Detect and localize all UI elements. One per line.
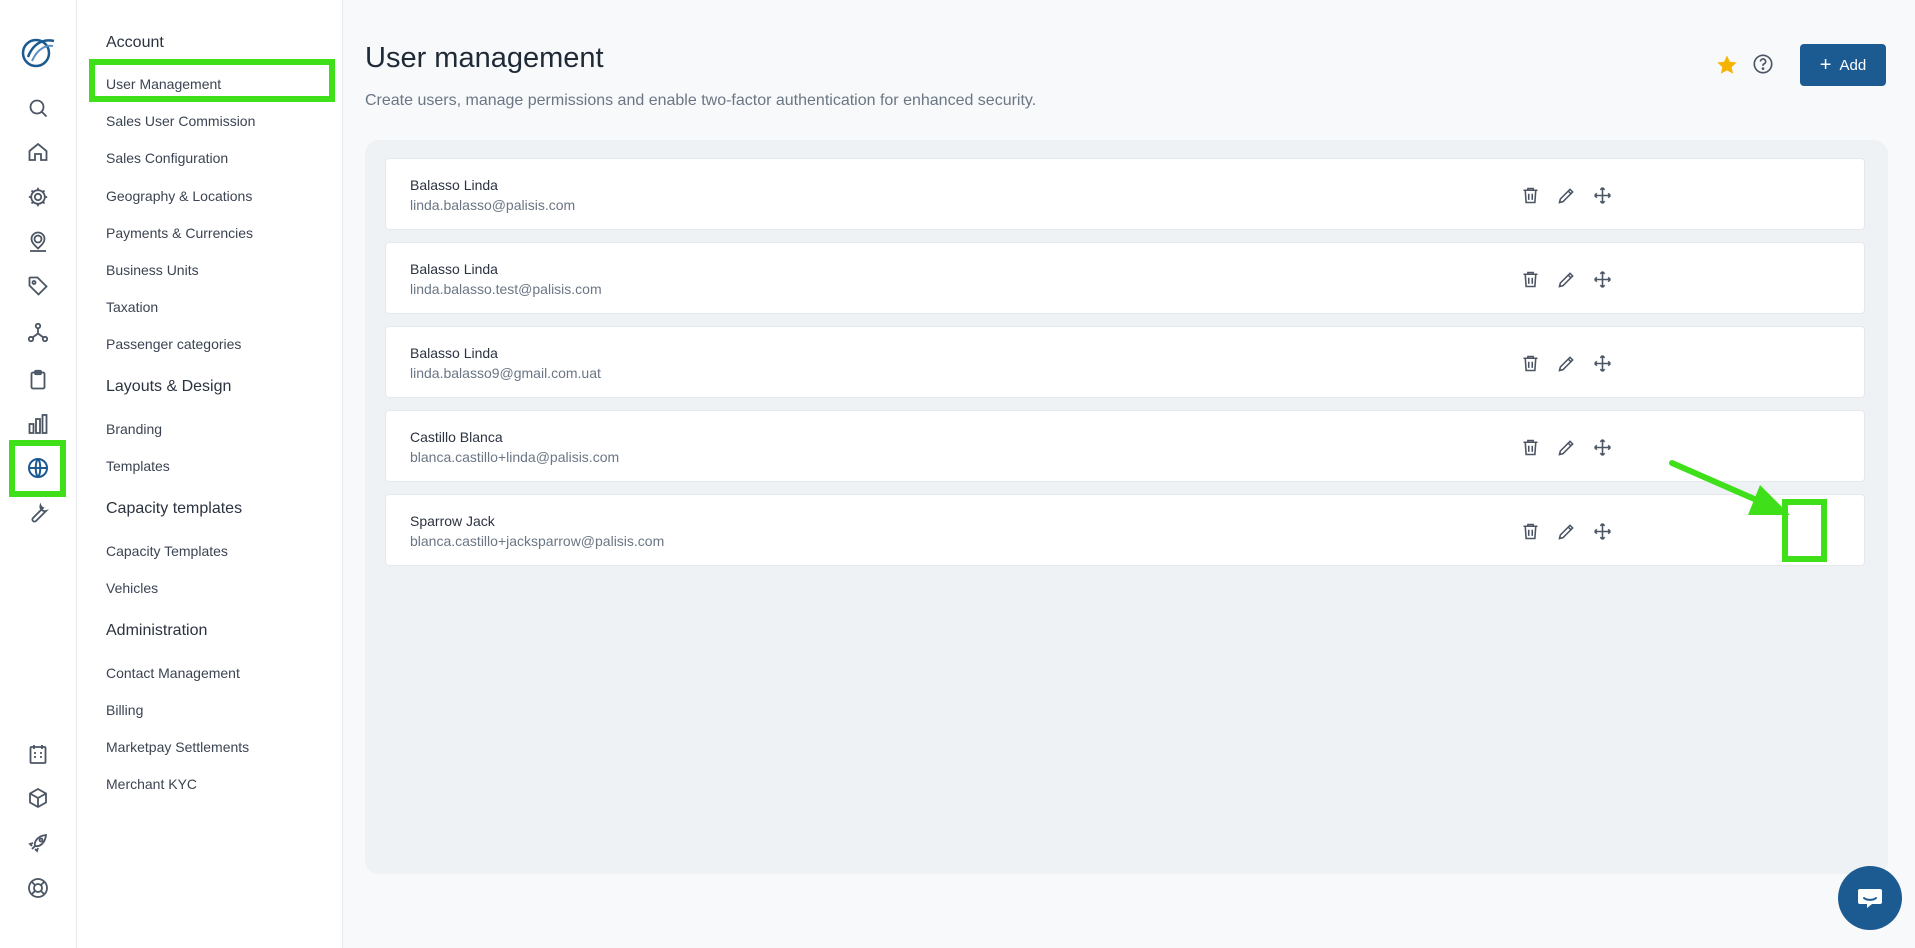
move-icon[interactable] <box>1590 267 1614 291</box>
list-item[interactable]: Sparrow Jack blanca.castillo+jacksparrow… <box>385 494 1865 566</box>
sidebar-item-merchant-kyc[interactable]: Merchant KYC <box>106 776 197 792</box>
move-icon[interactable] <box>1590 351 1614 375</box>
user-name: Sparrow Jack <box>410 513 495 529</box>
plus-icon: + <box>1819 54 1832 76</box>
user-email: blanca.castillo+linda@palisis.com <box>410 449 620 465</box>
add-user-button[interactable]: + Add <box>1800 44 1886 86</box>
sidebar-item-sales-configuration[interactable]: Sales Configuration <box>106 150 228 166</box>
sidebar-item-taxation[interactable]: Taxation <box>106 299 158 315</box>
sidebar-item-user-management[interactable]: User Management <box>106 76 221 92</box>
user-email: linda.balasso9@gmail.com.uat <box>410 365 601 381</box>
home-icon[interactable] <box>20 134 56 170</box>
sidebar-item-contact-management[interactable]: Contact Management <box>106 665 240 681</box>
annotation-highlight-edit <box>1782 499 1827 562</box>
page-subtitle: Create users, manage permissions and ena… <box>365 92 1037 109</box>
settings-nav: Account User Management Sales User Commi… <box>77 0 343 948</box>
sidebar-item-geography-locations[interactable]: Geography & Locations <box>106 188 252 204</box>
user-name: Castillo Blanca <box>410 429 503 445</box>
list-item[interactable]: Balasso Linda linda.balasso.test@palisis… <box>385 242 1865 314</box>
user-pin-icon[interactable] <box>20 224 56 260</box>
nav-section-administration: Administration <box>106 622 208 639</box>
user-email: linda.balasso.test@palisis.com <box>410 281 602 297</box>
clipboard-icon[interactable] <box>20 362 56 398</box>
building-icon[interactable] <box>20 736 56 772</box>
sidebar-item-branding[interactable]: Branding <box>106 421 162 437</box>
move-icon[interactable] <box>1590 519 1614 543</box>
pencil-icon[interactable] <box>1554 267 1578 291</box>
list-item[interactable]: Castillo Blanca blanca.castillo+linda@pa… <box>385 410 1865 482</box>
sidebar-item-business-units[interactable]: Business Units <box>106 262 199 278</box>
tag-icon[interactable] <box>20 268 56 304</box>
cube-icon[interactable] <box>20 780 56 816</box>
icon-rail <box>0 0 77 948</box>
help-icon[interactable] <box>1752 53 1774 75</box>
annotation-arrow <box>1669 460 1790 515</box>
trash-icon[interactable] <box>1518 267 1542 291</box>
gear-icon[interactable] <box>20 179 56 215</box>
annotation-highlight-rail <box>9 440 66 497</box>
add-button-label: Add <box>1839 56 1867 74</box>
chat-icon <box>1858 889 1882 908</box>
page-title: User management <box>365 42 604 74</box>
trash-icon[interactable] <box>1518 351 1542 375</box>
move-icon[interactable] <box>1590 183 1614 207</box>
nav-section-capacity-templates: Capacity templates <box>106 500 243 517</box>
nav-section-account: Account <box>106 34 164 51</box>
user-name: Balasso Linda <box>410 261 498 277</box>
move-icon[interactable] <box>1590 435 1614 459</box>
user-name: Balasso Linda <box>410 345 498 361</box>
lifebuoy-icon[interactable] <box>20 870 56 906</box>
trash-icon[interactable] <box>1518 435 1542 459</box>
pencil-icon[interactable] <box>1554 351 1578 375</box>
search-icon[interactable] <box>20 90 56 126</box>
sidebar-item-capacity-templates[interactable]: Capacity Templates <box>106 543 228 559</box>
user-email: linda.balasso@palisis.com <box>410 197 576 213</box>
app-root: Account User Management Sales User Commi… <box>0 0 1915 948</box>
sidebar-item-templates[interactable]: Templates <box>106 458 170 474</box>
sidebar-item-billing[interactable]: Billing <box>106 702 143 718</box>
sidebar-item-marketpay-settlements[interactable]: Marketpay Settlements <box>106 739 249 755</box>
list-item[interactable]: Balasso Linda linda.balasso9@gmail.com.u… <box>385 326 1865 398</box>
bar-chart-icon[interactable] <box>20 406 56 442</box>
chat-button[interactable] <box>1838 866 1902 930</box>
logo-icon[interactable] <box>18 31 58 71</box>
nav-section-layouts-design: Layouts & Design <box>106 378 232 395</box>
user-email: blanca.castillo+jacksparrow@palisis.com <box>410 533 665 549</box>
pencil-icon[interactable] <box>1554 519 1578 543</box>
rocket-icon[interactable] <box>20 825 56 861</box>
pencil-icon[interactable] <box>1554 183 1578 207</box>
list-item[interactable]: Balasso Linda linda.balasso@palisis.com <box>385 158 1865 230</box>
user-name: Balasso Linda <box>410 177 498 193</box>
pencil-icon[interactable] <box>1554 435 1578 459</box>
wrench-icon[interactable] <box>20 494 56 530</box>
sidebar-item-vehicles[interactable]: Vehicles <box>106 580 158 596</box>
sidebar-item-payments-currencies[interactable]: Payments & Currencies <box>106 225 253 241</box>
network-icon[interactable] <box>20 315 56 351</box>
trash-icon[interactable] <box>1518 519 1542 543</box>
star-icon[interactable] <box>1715 53 1739 77</box>
sidebar-item-passenger-categories[interactable]: Passenger categories <box>106 336 241 352</box>
sidebar-item-sales-user-commission[interactable]: Sales User Commission <box>106 113 255 129</box>
trash-icon[interactable] <box>1518 183 1542 207</box>
